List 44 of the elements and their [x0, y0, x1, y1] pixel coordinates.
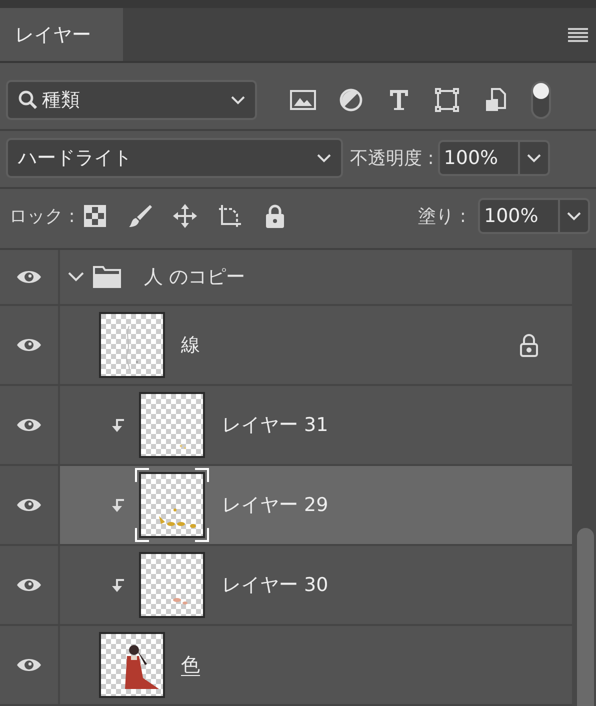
- eye-icon[interactable]: [16, 656, 42, 674]
- chevron-icon: [317, 154, 331, 162]
- eye-icon[interactable]: [16, 496, 42, 514]
- chevron-icon: [567, 212, 581, 220]
- fill-field[interactable]: 100%: [478, 198, 590, 234]
- layer-name: 色: [181, 653, 200, 678]
- checkerboard-icon[interactable]: [82, 204, 107, 228]
- move-arrows-icon[interactable]: [172, 204, 197, 228]
- panel-tab[interactable]: レイヤー: [0, 8, 123, 61]
- fill-label: 塗り :: [418, 205, 466, 228]
- half-circle-icon[interactable]: [338, 88, 364, 112]
- scrollbar[interactable]: [572, 250, 596, 706]
- chevron-icon: [231, 96, 245, 104]
- layer-row[interactable]: 色: [60, 626, 572, 704]
- layer-row[interactable]: レイヤー 31: [60, 386, 572, 464]
- filter-dropdown[interactable]: 種類: [6, 80, 257, 120]
- crop-frame-icon[interactable]: [218, 204, 242, 228]
- corner-brackets-icon: [135, 468, 209, 542]
- eye-icon[interactable]: [16, 268, 42, 286]
- transform-box-icon[interactable]: [434, 88, 460, 112]
- eye-icon[interactable]: [16, 576, 42, 594]
- opacity-field[interactable]: 100%: [438, 140, 550, 176]
- eye-icon[interactable]: [16, 416, 42, 434]
- layer-row[interactable]: レイヤー 30: [60, 546, 572, 624]
- lock-label: ロック :: [9, 205, 75, 228]
- layer-row[interactable]: 線: [60, 306, 572, 384]
- layer-name: レイヤー 29: [222, 493, 328, 518]
- blend-mode-dropdown[interactable]: ハードライト: [6, 138, 343, 178]
- search-icon: [18, 90, 38, 110]
- folder-icon: [93, 266, 121, 288]
- layer-name: レイヤー 31: [222, 413, 328, 438]
- chevron-icon[interactable]: [68, 272, 84, 282]
- scrollbar-thumb[interactable]: [577, 528, 594, 706]
- eye-icon[interactable]: [16, 336, 42, 354]
- menu-icon[interactable]: [568, 28, 588, 42]
- opacity-label: 不透明度 :: [350, 147, 434, 170]
- brush-icon[interactable]: [128, 204, 152, 228]
- image-icon[interactable]: [290, 88, 316, 112]
- chevron-icon: [526, 154, 541, 162]
- layer-name: 線: [181, 333, 200, 358]
- filter-toggle[interactable]: [531, 81, 551, 119]
- layer-name: レイヤー 30: [222, 573, 328, 598]
- group-name: 人 のコピー: [144, 265, 246, 290]
- selected-layer-row[interactable]: レイヤー 29: [60, 466, 572, 544]
